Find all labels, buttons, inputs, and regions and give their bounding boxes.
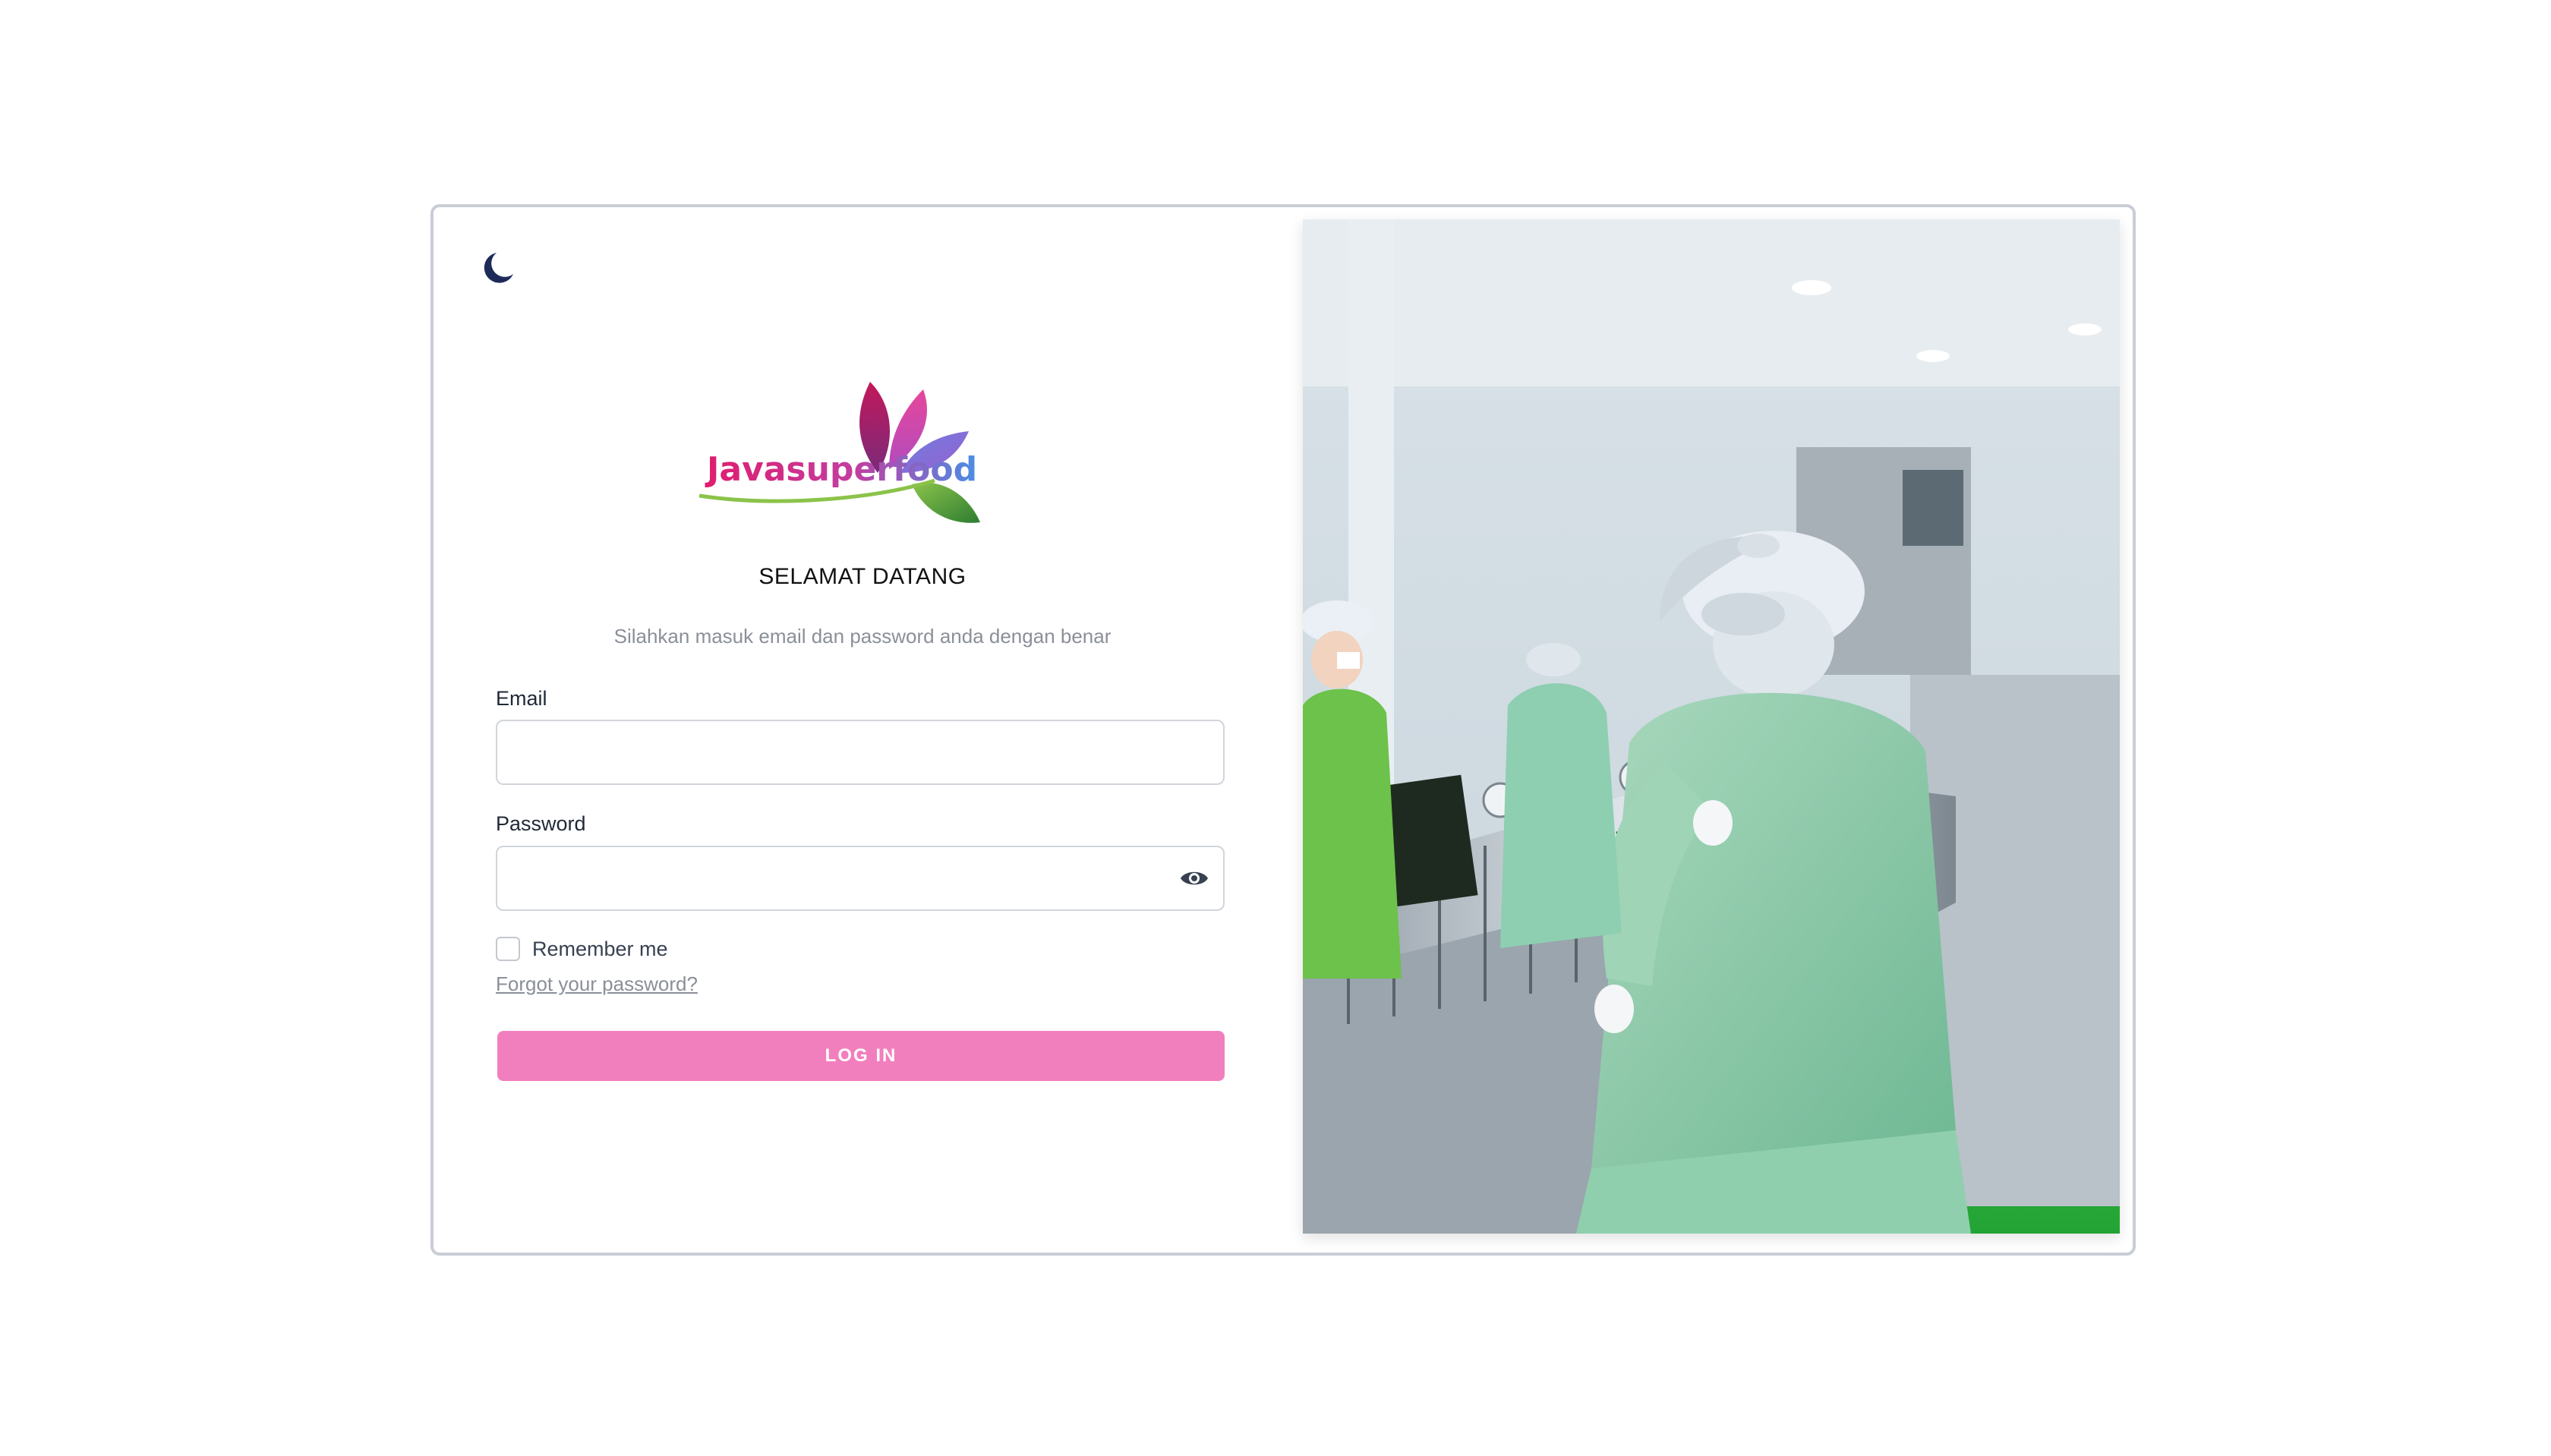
password-field[interactable]	[496, 846, 1225, 911]
svg-text:Javasuperfood: Javasuperfood	[705, 450, 977, 489]
moon-icon[interactable]	[475, 245, 521, 291]
eye-icon[interactable]	[1179, 866, 1209, 890]
password-label: Password	[496, 812, 586, 835]
email-field[interactable]	[496, 720, 1225, 785]
factory-photo	[1303, 219, 2120, 1234]
remember-label: Remember me	[532, 937, 668, 960]
forgot-password-link[interactable]: Forgot your password?	[496, 972, 698, 996]
email-label: Email	[496, 687, 547, 710]
login-button[interactable]: LOG IN	[497, 1031, 1225, 1081]
login-card: Javasuperfood SELAMAT DATANG Silahkan ma…	[430, 204, 2136, 1256]
login-panel: Javasuperfood SELAMAT DATANG Silahkan ma…	[434, 207, 1299, 1253]
page-title: SELAMAT DATANG	[758, 564, 966, 589]
remember-me: Remember me	[496, 937, 668, 961]
page-subtitle: Silahkan masuk email dan password anda d…	[613, 625, 1112, 648]
brand-logo: Javasuperfood	[684, 367, 1033, 541]
remember-checkbox[interactable]	[496, 937, 520, 961]
